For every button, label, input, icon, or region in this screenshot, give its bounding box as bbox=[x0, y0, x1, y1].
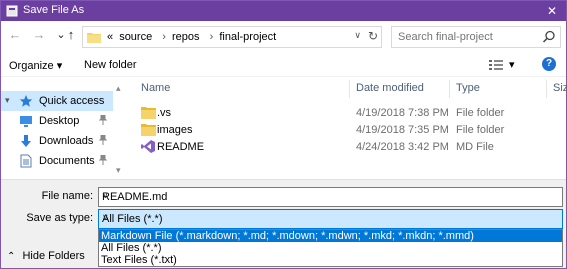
desktop-icon bbox=[20, 116, 32, 127]
search-input[interactable] bbox=[398, 28, 543, 46]
column-header-date[interactable]: Date modified bbox=[356, 82, 424, 94]
nav-item-desktop[interactable]: Desktop bbox=[1, 111, 113, 131]
file-type: MD File bbox=[456, 141, 494, 153]
address-dropdown-icon[interactable]: ∨ bbox=[354, 30, 361, 41]
chevron-up-icon: ⌃ bbox=[7, 251, 16, 262]
savetype-option-all-files[interactable]: All Files (*.*) bbox=[99, 242, 562, 254]
details-view-icon bbox=[489, 60, 503, 70]
file-name: images bbox=[157, 124, 193, 136]
savetype-dropdown-list: Markdown File (*.markdown; *.md; *.mdown… bbox=[98, 229, 563, 267]
nav-item-label: Quick access bbox=[39, 95, 105, 107]
savetype-option-text-files[interactable]: Text Files (*.txt) bbox=[99, 254, 562, 266]
pin-icon[interactable] bbox=[99, 155, 107, 165]
documents-icon bbox=[20, 154, 32, 168]
nav-item-documents[interactable]: Documents bbox=[1, 151, 113, 171]
nav-item-label: Downloads bbox=[39, 135, 94, 147]
search-box[interactable] bbox=[391, 26, 561, 48]
file-row[interactable]: .vs 4/19/2018 7:38 PM File folder bbox=[131, 105, 566, 122]
column-divider[interactable] bbox=[349, 80, 350, 98]
chevron-down-icon[interactable]: ∨ bbox=[102, 190, 558, 201]
view-options-button[interactable]: ▾ bbox=[489, 57, 519, 73]
window-title: Save File As bbox=[23, 4, 85, 16]
save-file-dialog: Save File As ✕ ← → ⌄ ↑ « source › repos … bbox=[0, 0, 567, 269]
download-icon bbox=[21, 135, 31, 147]
file-row[interactable]: README 4/24/2018 3:42 PM MD File bbox=[131, 139, 566, 156]
chevron-up-icon[interactable]: ▴ bbox=[116, 83, 121, 94]
folder-icon bbox=[141, 107, 156, 119]
file-type: File folder bbox=[456, 124, 505, 136]
breadcrumb-repos[interactable]: repos bbox=[172, 31, 200, 43]
new-folder-button[interactable]: New folder bbox=[84, 59, 137, 71]
filename-label: File name: bbox=[41, 190, 93, 202]
pin-icon[interactable] bbox=[99, 135, 107, 145]
file-date: 4/19/2018 7:38 PM bbox=[356, 107, 449, 119]
address-bar[interactable]: « source › repos › final-project ∨ ↻ bbox=[82, 26, 382, 48]
nav-item-label: Documents bbox=[39, 155, 95, 167]
search-icon bbox=[542, 30, 555, 43]
expand-caret-icon[interactable]: ▾ bbox=[5, 95, 10, 106]
filename-field[interactable]: README.md ∨ bbox=[98, 187, 563, 207]
column-divider[interactable] bbox=[546, 80, 547, 98]
hide-folders-label: Hide Folders bbox=[22, 250, 85, 262]
navigation-pane: ▾ Quick access Desktop Downloads Documen… bbox=[1, 78, 113, 178]
help-button[interactable]: ? bbox=[542, 57, 556, 71]
back-button[interactable]: ← bbox=[7, 27, 23, 43]
file-name: .vs bbox=[157, 107, 172, 119]
file-type: File folder bbox=[456, 107, 505, 119]
pin-icon[interactable] bbox=[99, 115, 107, 125]
folder-icon bbox=[87, 33, 101, 43]
up-button[interactable]: ↑ bbox=[63, 27, 79, 43]
chevron-down-icon[interactable]: ▾ bbox=[116, 165, 121, 176]
folder-icon bbox=[141, 124, 156, 136]
nav-item-quick-access[interactable]: ▾ Quick access bbox=[1, 91, 113, 111]
breadcrumb-source[interactable]: source bbox=[119, 31, 152, 43]
chevron-down-icon[interactable]: ▾ bbox=[509, 58, 515, 71]
breadcrumb-final-project[interactable]: final-project bbox=[219, 31, 276, 43]
column-header-name[interactable]: Name bbox=[141, 82, 170, 94]
nav-item-label: Desktop bbox=[39, 115, 80, 127]
close-button[interactable]: ✕ bbox=[538, 1, 566, 21]
refresh-icon[interactable]: ↻ bbox=[368, 29, 378, 43]
chevron-right-icon[interactable]: › bbox=[210, 31, 214, 43]
breadcrumb: « source › repos › final-project bbox=[107, 31, 279, 43]
file-row[interactable]: images 4/19/2018 7:35 PM File folder bbox=[131, 122, 566, 139]
file-name: README bbox=[157, 141, 205, 153]
chevron-right-icon[interactable]: › bbox=[162, 31, 166, 43]
column-header-size[interactable]: Siz bbox=[553, 82, 567, 94]
toolbar: Organize ▾ New folder ▾ ? bbox=[1, 53, 566, 77]
app-icon bbox=[6, 5, 18, 17]
forward-button[interactable]: → bbox=[31, 27, 47, 43]
savetype-option-markdown[interactable]: Markdown File (*.markdown; *.md; *.mdown… bbox=[99, 230, 562, 242]
star-icon bbox=[19, 95, 33, 107]
chevron-down-icon[interactable]: ∨ bbox=[102, 212, 558, 223]
visual-studio-icon bbox=[141, 140, 155, 153]
hide-folders-button[interactable]: ⌃ Hide Folders bbox=[7, 250, 85, 262]
file-date: 4/24/2018 3:42 PM bbox=[356, 141, 449, 153]
save-options-panel: File name: README.md ∨ Save as type: All… bbox=[1, 179, 566, 268]
nav-item-downloads[interactable]: Downloads bbox=[1, 131, 113, 151]
column-header-type[interactable]: Type bbox=[456, 82, 480, 94]
savetype-label: Save as type: bbox=[26, 212, 93, 224]
title-bar: Save File As ✕ bbox=[1, 1, 566, 21]
organize-button[interactable]: Organize ▾ bbox=[9, 59, 62, 72]
file-list: Name Date modified Type Siz .vs 4/19/201… bbox=[131, 78, 567, 178]
file-date: 4/19/2018 7:35 PM bbox=[356, 124, 449, 136]
breadcrumb-overflow[interactable]: « bbox=[107, 31, 113, 43]
column-divider[interactable] bbox=[449, 80, 450, 98]
savetype-select[interactable]: All Files (*.*) ∨ bbox=[98, 209, 563, 229]
